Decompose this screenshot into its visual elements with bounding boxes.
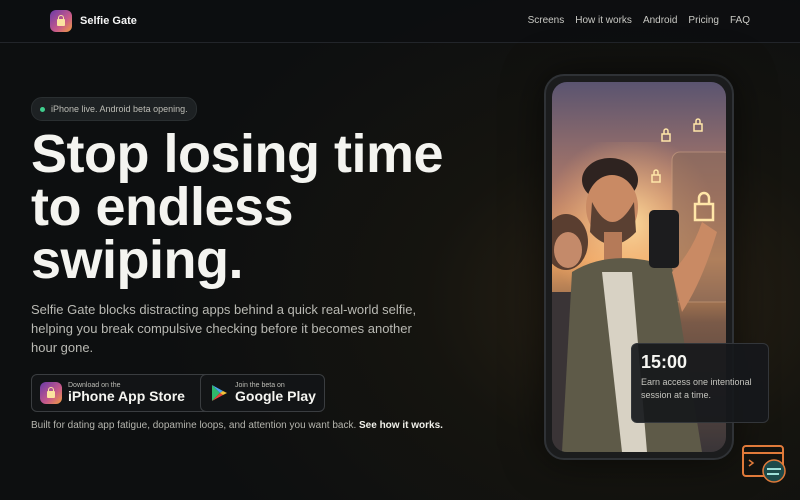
support-chat-widget-icon[interactable] <box>741 444 789 484</box>
google-play-button[interactable]: Join the beta on Google Play <box>200 374 325 412</box>
nav-link-screens[interactable]: Screens <box>528 15 565 26</box>
footer-note: Built for dating app fatigue, dopamine l… <box>31 420 443 431</box>
live-dot-icon <box>40 106 45 112</box>
brand[interactable]: Selfie Gate <box>50 10 137 32</box>
footer-note-text: Built for dating app fatigue, dopamine l… <box>31 420 359 431</box>
top-nav: Selfie Gate Screens How it works Android… <box>0 0 800 43</box>
timer-value: 15:00 <box>641 352 688 372</box>
headline-line-1: Stop losing time <box>31 124 444 184</box>
hero-subtext: Selfie Gate blocks distracting apps behi… <box>31 302 417 355</box>
headline-line-3: swiping. <box>31 230 244 290</box>
timer-description: Earn access one intentional session at a… <box>641 377 752 400</box>
app-logo-icon <box>50 10 72 32</box>
app-store-big-label: iPhone App Store <box>68 388 185 404</box>
status-badge-text: iPhone live. Android beta opening. <box>51 104 188 114</box>
nav-link-how-it-works[interactable]: How it works <box>575 15 632 26</box>
nav-links: Screens How it works Android Pricing FAQ <box>528 15 750 26</box>
app-store-app-icon <box>40 382 62 404</box>
status-badge: iPhone live. Android beta opening. <box>31 97 197 121</box>
nav-link-pricing[interactable]: Pricing <box>688 15 719 26</box>
timer-card: 15:00 Earn access one intentional sessio… <box>631 343 769 423</box>
hero-headline: Stop losing time to endless swiping. <box>31 124 501 290</box>
see-how-it-works-link[interactable]: See how it works. <box>359 420 443 431</box>
app-store-button[interactable]: Download on the iPhone App Store <box>31 374 217 412</box>
google-play-big-label: Google Play <box>235 388 316 404</box>
nav-link-android[interactable]: Android <box>643 15 677 26</box>
google-play-icon <box>212 385 227 401</box>
brand-name: Selfie Gate <box>80 15 137 27</box>
headline-line-2: to endless <box>31 177 294 237</box>
nav-link-faq[interactable]: FAQ <box>730 15 750 26</box>
